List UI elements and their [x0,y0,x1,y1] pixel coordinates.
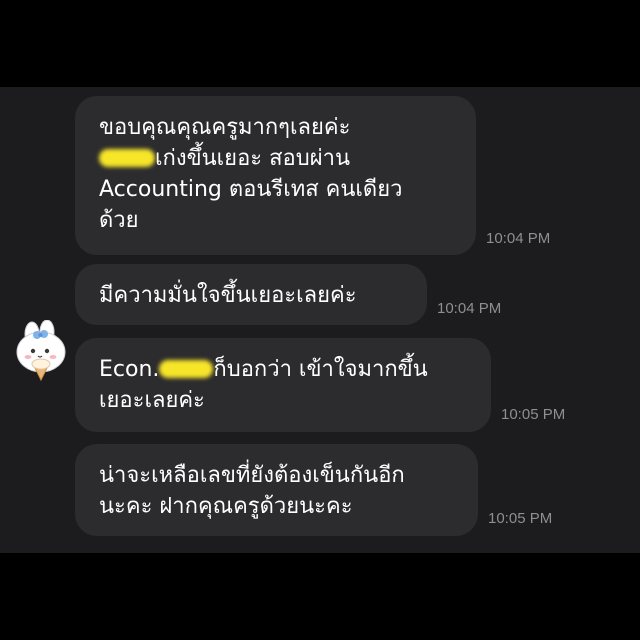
message-text: ก็บอกว่า เข้าใจมากขึ้น [213,357,428,382]
message-text: ด้วย [99,208,139,233]
message-bubble[interactable]: ขอบคุณคุณครูมากๆเลยค่ะ เก่งขึ้นเยอะ สอบผ… [75,96,476,255]
message-timestamp: 10:04 PM [486,230,551,247]
message-text: ขอบคุณคุณครูมากๆเลยค่ะ [99,115,351,140]
message-text: นะคะ ฝากคุณครูด้วยนะคะ [99,494,353,519]
message-timestamp: 10:05 PM [501,406,566,423]
message-text: มีความมั่นใจขึ้นเยอะเลยค่ะ [99,283,357,308]
message-timestamp: 10:05 PM [488,510,553,527]
redacted-name [159,360,214,378]
message-bubble[interactable]: น่าจะเหลือเลขที่ยังต้องเข็นกันอีก นะคะ ฝ… [75,444,478,536]
redacted-name [99,149,155,167]
message-bubble[interactable]: Econ. ก็บอกว่า เข้าใจมากขึ้น เยอะเลยค่ะ [75,338,491,432]
message-text: เยอะเลยค่ะ [99,388,205,413]
message-text: เก่งขึ้นเยอะ สอบผ่าน [155,146,350,171]
message-bubble[interactable]: มีความมั่นใจขึ้นเยอะเลยค่ะ [75,264,427,325]
bunny-sticker-icon[interactable] [13,319,69,382]
chat-screen: ขอบคุณคุณครูมากๆเลยค่ะ เก่งขึ้นเยอะ สอบผ… [0,87,640,553]
message-text: Accounting ตอนรีเทส คนเดียว [99,177,403,202]
message-timestamp: 10:04 PM [437,300,502,317]
message-text: น่าจะเหลือเลขที่ยังต้องเข็นกันอีก [99,463,405,488]
message-text: Econ. [99,357,160,382]
